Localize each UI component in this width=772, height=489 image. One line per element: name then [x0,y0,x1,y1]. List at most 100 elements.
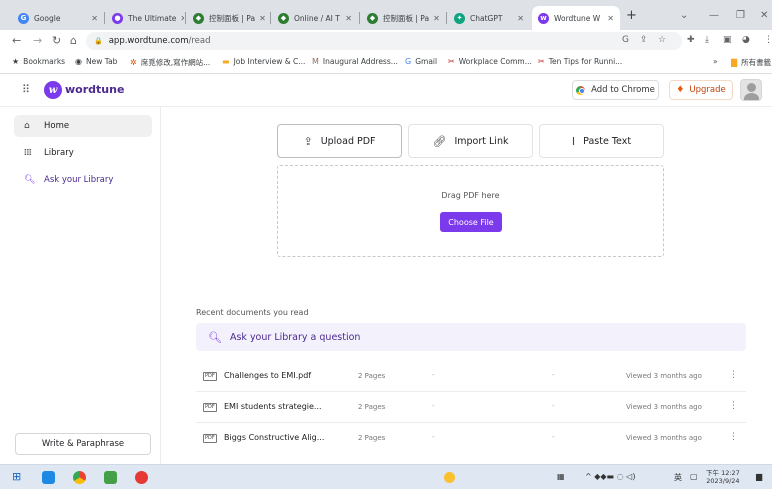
table-row[interactable]: PDF EMI students strategie... 2 Pages - … [196,392,746,423]
tab-wordtune[interactable]: w Wordtune W ✕ [532,6,620,30]
tab-title: 控制面板 | Pa [209,13,256,23]
restore-icon[interactable]: ❐ [736,10,745,21]
home-icon[interactable]: ⌂ [70,34,77,47]
bookmark-item[interactable]: ✂ Workplace Comm... [448,57,532,66]
wordtune-logo-icon[interactable]: w [44,81,62,99]
more-options-icon[interactable]: ⋮ [729,432,738,442]
document-pages: 2 Pages [358,434,386,442]
pdf-file-icon: PDF [203,434,217,443]
address-bar[interactable]: 🔒 app.wordtune.com/read [86,32,682,50]
tab-control-panel-2[interactable]: ◆ 控制面板 | Pa ✕ [361,6,445,30]
document-name[interactable]: Challenges to EMI.pdf [224,371,311,380]
bookmark-label: Gmail [415,57,438,66]
close-icon[interactable]: ✕ [176,14,184,23]
avatar[interactable] [740,79,762,101]
bookmark-item[interactable]: ✂ Ten Tips for Runni... [538,57,622,66]
close-icon[interactable]: ✕ [429,14,440,23]
import-link-button[interactable]: 🔗︎ Import Link [408,124,533,158]
share-icon[interactable]: ⇪ [640,35,648,45]
minimize-icon[interactable]: — [709,10,719,21]
more-options-icon[interactable]: ⋮ [729,370,738,380]
bookmark-label: Inaugural Address... [322,57,398,66]
tab-the-ultimate[interactable]: ● The Ultimate ✕ [106,6,184,30]
chrome-taskbar-icon[interactable] [73,471,86,484]
close-window-icon[interactable]: ✕ [760,10,768,21]
close-icon[interactable]: ✕ [87,14,98,23]
ime-mode-icon[interactable]: ▢ [690,472,698,481]
document-column-3: - [432,402,435,410]
bookmarks-bar: ★ Bookmarks ◉ New Tab ✲ 席覓修改,寫作網站... ▬ Job I… [0,52,772,74]
pdf-dropzone[interactable]: Drag PDF here Choose File [277,165,664,257]
system-clock[interactable]: 下午 12:27 2023/9/24 [706,469,740,485]
notification-icon[interactable]: ▆ [756,472,762,481]
link-icon: 🔗︎ [432,134,447,148]
bookmark-item[interactable]: ✲ 席覓修改,寫作網站... [130,57,210,68]
table-row[interactable]: PDF Biggs Constructive Alig... 2 Pages -… [196,423,746,454]
sidebar-item-ask-library[interactable]: 🔍︎ Ask your Library [14,169,152,191]
tab-title: The Ultimate [128,13,177,23]
sidebar-item-label: Library [44,148,74,158]
app-icon[interactable] [42,471,55,484]
panel-favicon-icon: ◆ [367,12,378,24]
new-tab-button[interactable]: + [626,9,637,22]
more-options-icon[interactable]: ⋮ [729,401,738,411]
app-icon[interactable] [104,471,117,484]
ime-indicator[interactable]: 英 [674,472,682,483]
chevron-down-icon[interactable]: ⌄ [680,10,688,21]
bookmark-label: New Tab [85,57,118,66]
close-icon[interactable]: ✕ [341,14,352,23]
sidebar-item-library[interactable]: 𝍖 Library [14,142,152,164]
table-row[interactable]: PDF Challenges to EMI.pdf 2 Pages - - Vi… [196,361,746,392]
windows-start-icon[interactable]: ⊞ [12,470,21,483]
star-icon[interactable]: ☆ [658,35,666,45]
os-taskbar: ⊞ ▦ ^ ◆◆▬ ◌ ◁) 英 ▢ 下午 12:27 2023/9/24 ▆ [0,464,772,489]
choose-file-button[interactable]: Choose File [440,212,502,232]
menu-icon[interactable]: ⋮ [764,35,772,45]
paste-text-button[interactable]: I Paste Text [539,124,664,158]
close-icon[interactable]: ✕ [513,14,524,23]
download-icon[interactable]: ⤓ [705,35,709,45]
side-panel-icon[interactable]: ▣ [723,35,732,45]
add-to-chrome-button[interactable]: Add to Chrome [572,80,659,100]
document-name[interactable]: Biggs Constructive Alig... [224,433,324,442]
back-arrow-icon[interactable]: ← [12,34,21,47]
keyboard-icon[interactable]: ▦ [557,472,565,481]
ask-library-input[interactable]: 🔍︎ Ask your Library a question [196,323,746,351]
diamond-icon: ♦ [676,85,685,95]
profile-icon[interactable]: ◕ [742,35,750,45]
write-paraphrase-button[interactable]: Write & Paraphrase [15,433,151,455]
bookmark-item[interactable]: ▬ Job Interview & C... [222,57,305,66]
upload-pdf-button[interactable]: ⇪ Upload PDF [277,124,402,158]
app-icon[interactable] [135,471,148,484]
tab-title: Wordtune W [554,13,601,23]
tab-google[interactable]: G Google ✕ [12,6,104,30]
bookmark-item[interactable]: M Inaugural Address... [312,57,398,66]
apps-grid-icon[interactable]: ⠿ [22,83,30,96]
tab-chatgpt[interactable]: ✦ ChatGPT ✕ [448,6,530,30]
more-bookmarks-chevron-icon[interactable]: » [713,57,718,66]
tray-icons[interactable]: ^ ◆◆▬ ◌ ◁) [585,472,635,481]
add-to-chrome-label: Add to Chrome [591,85,655,95]
forward-arrow-icon[interactable]: → [33,34,42,47]
bookmark-item[interactable]: G Gmail [405,57,437,66]
upgrade-button[interactable]: ♦ Upgrade [669,80,733,100]
tab-online-ai[interactable]: ◆ Online / AI T ✕ [272,6,358,30]
reload-icon[interactable]: ↻ [52,34,61,47]
sparkle-search-icon: 🔍︎ [208,330,222,344]
logo-text[interactable]: wordtune [65,83,124,96]
bookmark-item[interactable]: ★ Bookmarks [12,57,65,66]
star-icon: ★ [12,57,20,66]
browser-toolbar: ← → ↻ ⌂ 🔒 app.wordtune.com/read G ⇪ ☆ ✚ … [0,30,772,52]
sidebar-item-home[interactable]: ⌂ Home [14,115,152,137]
close-icon[interactable]: ✕ [255,14,266,23]
close-icon[interactable]: ✕ [603,14,614,23]
all-bookmarks[interactable]: ▇ 所有書籤 [731,57,771,68]
google-lens-icon[interactable]: G [622,35,629,45]
chrome-icon [576,85,586,95]
bookmark-item[interactable]: ◉ New Tab [75,57,117,66]
tab-control-panel-1[interactable]: ◆ 控制面板 | Pa ✕ [187,6,269,30]
bookmark-label: Ten Tips for Runni... [548,57,623,66]
extensions-icon[interactable]: ✚ [687,35,695,45]
document-name[interactable]: EMI students strategie... [224,402,322,411]
app-icon[interactable] [444,472,455,483]
